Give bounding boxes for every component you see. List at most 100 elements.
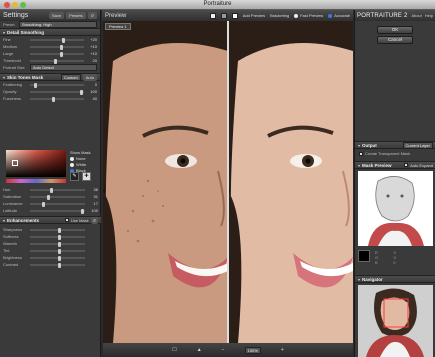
slider-knob[interactable] xyxy=(33,82,37,88)
slider-knob[interactable] xyxy=(57,262,61,268)
slider-track[interactable] xyxy=(30,96,84,102)
zoom-out-icon[interactable]: − xyxy=(222,347,225,353)
slider-knob[interactable] xyxy=(62,37,66,43)
collapse-icon[interactable]: ▾ xyxy=(358,163,360,168)
slider-knob[interactable] xyxy=(59,44,63,50)
slider-knob[interactable] xyxy=(57,241,61,247)
slider-track[interactable] xyxy=(30,89,84,95)
create-mask-option[interactable]: Create Transparent Mask xyxy=(359,151,410,156)
collapse-icon[interactable]: ▾ xyxy=(3,30,5,35)
checkbox-icon[interactable] xyxy=(359,151,363,156)
slider-knob[interactable] xyxy=(57,234,61,240)
collapse-icon[interactable]: ▾ xyxy=(358,277,360,282)
slider-track[interactable] xyxy=(30,194,85,200)
pan-icon[interactable]: ☐ xyxy=(172,347,176,353)
accurate-option[interactable]: Accurate xyxy=(328,13,350,18)
radio-icon[interactable] xyxy=(70,162,74,167)
mask-info: R 0 G 0 B 0 xyxy=(375,250,396,265)
slider-knob[interactable] xyxy=(57,227,61,233)
detail-smoothing-header[interactable]: ▾ Detail Smoothing xyxy=(0,28,100,36)
slider-row: Luminance 17 xyxy=(0,200,101,207)
slider-track[interactable] xyxy=(30,227,85,233)
auto-button[interactable]: Auto xyxy=(82,73,97,81)
eyedropper-icon[interactable]: ✎ xyxy=(70,172,79,181)
slider-track[interactable] xyxy=(30,201,85,207)
portrait-size-label: Portrait Size xyxy=(3,65,25,70)
radio-icon[interactable] xyxy=(70,156,74,161)
collapse-icon[interactable]: ▾ xyxy=(3,75,5,80)
slider-knob[interactable] xyxy=(49,187,53,193)
preset-select[interactable]: Smoothing: High xyxy=(19,21,97,28)
collapse-icon[interactable]: ▾ xyxy=(358,143,360,148)
portrait-size-select[interactable]: Auto Detect xyxy=(30,64,97,71)
slider-track[interactable] xyxy=(30,187,85,193)
eyedropper-plus-icon[interactable]: ✚ xyxy=(82,172,91,181)
compare-icon[interactable]: ▲ xyxy=(197,347,202,353)
slider-track[interactable] xyxy=(30,82,84,88)
slider-track[interactable] xyxy=(30,58,84,64)
slider-track[interactable] xyxy=(30,255,85,261)
slider-track[interactable] xyxy=(30,208,85,214)
slider-track[interactable] xyxy=(30,248,85,254)
enhancements-header[interactable]: ▾ Enhancements Use Mask ↺ xyxy=(0,216,101,224)
preview-bottom-bar: ☐ ▲ − 100% + xyxy=(103,343,353,357)
slider-knob[interactable] xyxy=(51,96,55,102)
output-header[interactable]: ▾ Output Current Layer xyxy=(355,141,435,149)
mask-preview-header[interactable]: ▾ Mask Preview Auto Expand xyxy=(355,161,435,169)
color-picker-marker[interactable] xyxy=(12,160,18,166)
save-button[interactable]: Save xyxy=(48,12,65,19)
mask-color-swatch[interactable] xyxy=(358,250,370,262)
presets-button[interactable]: Presets xyxy=(66,12,86,19)
preview-tab[interactable]: Preview 1 xyxy=(105,23,131,30)
split-view-icon[interactable] xyxy=(220,12,227,19)
slider-track[interactable] xyxy=(30,44,84,50)
slider-track[interactable] xyxy=(30,234,85,240)
collapse-icon[interactable]: ▾ xyxy=(3,218,5,223)
slider-knob[interactable] xyxy=(59,51,63,57)
cancel-button[interactable]: Cancel xyxy=(377,36,413,44)
slider-knob[interactable] xyxy=(57,255,61,261)
checkbox-icon[interactable] xyxy=(404,163,409,168)
slider-label: Warmth xyxy=(3,241,17,246)
ok-button[interactable]: OK xyxy=(377,26,413,34)
skin-tones-header[interactable]: ▾ Skin Tones Mask Custom Auto xyxy=(0,73,100,81)
after-image xyxy=(228,21,353,343)
zoom-in-icon[interactable]: + xyxy=(281,347,284,353)
grid-view-icon[interactable] xyxy=(231,12,238,19)
slider-track[interactable] xyxy=(30,37,84,43)
reset-enhancements-button[interactable]: ↺ xyxy=(90,216,98,224)
slider-row: Brightness xyxy=(0,254,101,261)
slider-value: 20 xyxy=(92,58,97,63)
split-divider[interactable] xyxy=(227,21,229,343)
auto-expand-option[interactable]: Auto Expand xyxy=(404,163,433,168)
checkbox-icon[interactable] xyxy=(64,218,69,223)
radio-icon[interactable] xyxy=(294,13,299,18)
hue-strip[interactable] xyxy=(6,179,66,183)
slider-knob[interactable] xyxy=(80,89,84,95)
add-preview-button[interactable]: Add Preview xyxy=(243,13,265,18)
right-panel: PORTRAITURE 2 About Help OK Cancel ▾ Out… xyxy=(354,10,435,357)
slider-knob[interactable] xyxy=(57,248,61,254)
mask-mode-select[interactable]: Custom xyxy=(60,73,81,81)
reset-button[interactable]: ↺ xyxy=(87,12,97,19)
fast-preview-option[interactable]: Fast Preview xyxy=(294,13,323,18)
single-view-icon[interactable] xyxy=(209,12,216,19)
bracketing-button[interactable]: Bracketing xyxy=(270,13,289,18)
slider-knob[interactable] xyxy=(81,208,85,214)
zoom-select[interactable]: 100% xyxy=(244,346,261,354)
slider-knob[interactable] xyxy=(46,194,50,200)
about-link[interactable]: About xyxy=(411,13,421,18)
radio-selected-icon[interactable] xyxy=(328,13,333,18)
navigator-thumbnail[interactable] xyxy=(358,285,433,357)
output-select[interactable]: Current Layer xyxy=(402,141,433,149)
slider-track[interactable] xyxy=(30,262,85,268)
preview-stage[interactable]: Preview 1 xyxy=(103,21,353,343)
slider-track[interactable] xyxy=(30,51,84,57)
slider-knob[interactable] xyxy=(41,201,45,207)
detail-smoothing-sliders: Fine +20 Medium +10 Large +10 Threshold 20 xyxy=(0,36,100,64)
help-link[interactable]: Help xyxy=(425,13,433,18)
navigator-header[interactable]: ▾ Navigator xyxy=(355,275,435,283)
use-mask-toggle[interactable]: Use Mask xyxy=(64,218,89,223)
slider-track[interactable] xyxy=(30,241,85,247)
slider-knob[interactable] xyxy=(54,58,58,64)
